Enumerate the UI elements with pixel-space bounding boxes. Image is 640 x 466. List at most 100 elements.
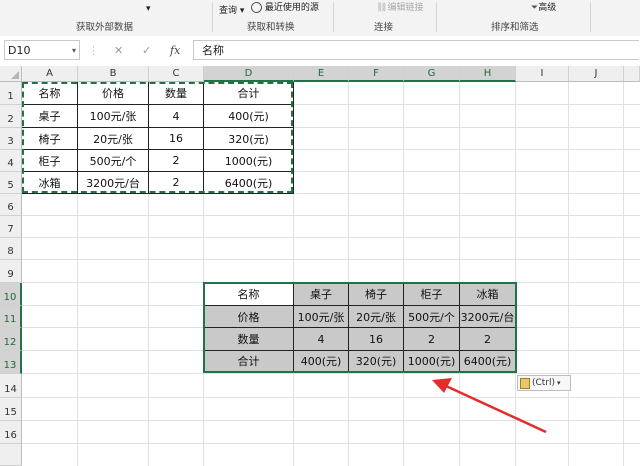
gridline [22, 420, 640, 421]
name-box-value: D10 [8, 44, 31, 57]
table-cell[interactable]: 320(元) [349, 351, 404, 372]
table-cell[interactable]: 价格 [78, 82, 149, 105]
table-cell[interactable]: 名称 [204, 283, 294, 306]
col-header-k[interactable] [624, 66, 640, 82]
chevron-down-icon[interactable]: ▾ [72, 41, 76, 61]
table-cell[interactable]: 名称 [22, 82, 78, 105]
formula-bar: D10 ▾ ⋮ ✕ ✓ fx 名称 [0, 36, 640, 67]
row-header-12[interactable]: 12 [0, 328, 22, 351]
query-button[interactable]: 查询 ▾ [219, 3, 244, 16]
table-cell[interactable]: 冰箱 [460, 283, 516, 306]
table-cell[interactable]: 16 [349, 328, 404, 351]
table-cell[interactable]: 3200元/台 [460, 306, 516, 328]
ribbon: 查询 ▾ 最近使用的源 ⛓编辑链接 ⏷高级 ▾ 获取外部数据 获取和转换 连接 … [0, 0, 640, 37]
name-box[interactable]: D10 ▾ [4, 40, 80, 60]
table-cell[interactable]: 20元/张 [78, 128, 149, 150]
row-header-1[interactable]: 1 [0, 82, 22, 105]
clock-icon [251, 2, 262, 13]
table-cell[interactable]: 1000(元) [204, 150, 294, 172]
table-cell[interactable]: 桌子 [294, 283, 349, 306]
table-cell[interactable]: 400(元) [294, 351, 349, 372]
table-cell[interactable]: 2 [404, 328, 460, 351]
row-header-7[interactable]: 7 [0, 216, 22, 238]
gridline [515, 82, 516, 466]
gridline [22, 237, 640, 238]
row-header-16[interactable]: 16 [0, 421, 22, 444]
table-cell[interactable]: 冰箱 [22, 172, 78, 194]
gridline [348, 82, 349, 466]
paste-options-button[interactable]: (Ctrl) ▾ [517, 375, 571, 391]
row-header-9[interactable]: 9 [0, 260, 22, 283]
insert-function-icon[interactable]: fx [170, 44, 180, 57]
row-header-8[interactable]: 8 [0, 238, 22, 260]
table-cell[interactable]: 合计 [204, 82, 294, 105]
row-header-4[interactable]: 4 [0, 150, 22, 172]
table-cell[interactable]: 柜子 [22, 150, 78, 172]
link-icon: ⛓ [376, 3, 388, 13]
table-cell[interactable]: 椅子 [349, 283, 404, 306]
table-cell[interactable]: 100元/张 [294, 306, 349, 328]
group-label-sort-filter: 排序和筛选 [491, 22, 539, 33]
table-cell[interactable]: 数量 [204, 328, 294, 351]
table-cell[interactable]: 价格 [204, 306, 294, 328]
advanced-filter-button[interactable]: ⏷高级 [531, 0, 556, 13]
formula-input[interactable]: 名称 [193, 40, 639, 60]
col-header-i[interactable]: I [516, 66, 569, 82]
table-cell[interactable]: 桌子 [22, 105, 78, 128]
confirm-icon[interactable]: ✓ [142, 44, 151, 57]
table-cell[interactable]: 100元/张 [78, 105, 149, 128]
table-cell[interactable]: 数量 [149, 82, 204, 105]
row-header-13[interactable]: 13 [0, 351, 22, 374]
table-cell[interactable]: 20元/张 [349, 306, 404, 328]
edit-links-button[interactable]: ⛓编辑链接 [376, 0, 423, 13]
recent-sources-button[interactable]: 最近使用的源 [251, 0, 319, 13]
cancel-icon[interactable]: ✕ [114, 44, 123, 57]
table-cell[interactable]: 6400(元) [204, 172, 294, 194]
col-header-a[interactable]: A [22, 66, 78, 82]
col-header-d[interactable]: D [204, 66, 294, 82]
table-cell[interactable]: 400(元) [204, 105, 294, 128]
row-header-2[interactable]: 2 [0, 105, 22, 128]
dropdown-icon[interactable]: ▾ [146, 4, 151, 14]
group-label-get-transform: 获取和转换 [247, 22, 295, 33]
row-header-6[interactable]: 6 [0, 194, 22, 216]
paste-options-label: (Ctrl) [532, 378, 556, 388]
table-cell[interactable]: 4 [294, 328, 349, 351]
table-cell[interactable]: 6400(元) [460, 351, 516, 372]
table-cell[interactable]: 500元/个 [404, 306, 460, 328]
col-header-f[interactable]: F [349, 66, 404, 82]
table-cell[interactable]: 3200元/台 [78, 172, 149, 194]
group-label-external-data: 获取外部数据 [76, 22, 134, 33]
row-header-14[interactable]: 14 [0, 374, 22, 398]
table-cell[interactable]: 柜子 [404, 283, 460, 306]
gridline [22, 373, 640, 374]
table-cell[interactable]: 500元/个 [78, 150, 149, 172]
row-header-5[interactable]: 5 [0, 172, 22, 194]
col-header-c[interactable]: C [149, 66, 204, 82]
table-cell[interactable]: 2 [149, 150, 204, 172]
gridline [22, 443, 640, 444]
table-cell[interactable]: 16 [149, 128, 204, 150]
select-all-corner[interactable] [0, 66, 22, 82]
table-cell[interactable]: 椅子 [22, 128, 78, 150]
gridline [568, 82, 569, 466]
table-cell[interactable]: 合计 [204, 351, 294, 372]
table-cell[interactable]: 2 [149, 172, 204, 194]
col-header-h[interactable]: H [460, 66, 516, 82]
row-header-10[interactable]: 10 [0, 283, 22, 306]
col-header-b[interactable]: B [78, 66, 149, 82]
table-cell[interactable]: 2 [460, 328, 516, 351]
table-cell[interactable]: 4 [149, 105, 204, 128]
col-header-g[interactable]: G [404, 66, 460, 82]
row-header-11[interactable]: 11 [0, 306, 22, 328]
clipboard-icon [520, 377, 530, 389]
row-header-15[interactable]: 15 [0, 398, 22, 421]
table-cell[interactable]: 320(元) [204, 128, 294, 150]
gridline [22, 215, 640, 216]
group-separator [333, 2, 334, 32]
col-header-e[interactable]: E [294, 66, 349, 82]
row-header-17[interactable] [0, 444, 22, 466]
row-header-3[interactable]: 3 [0, 128, 22, 150]
table-cell[interactable]: 1000(元) [404, 351, 460, 372]
col-header-j[interactable]: J [569, 66, 624, 82]
